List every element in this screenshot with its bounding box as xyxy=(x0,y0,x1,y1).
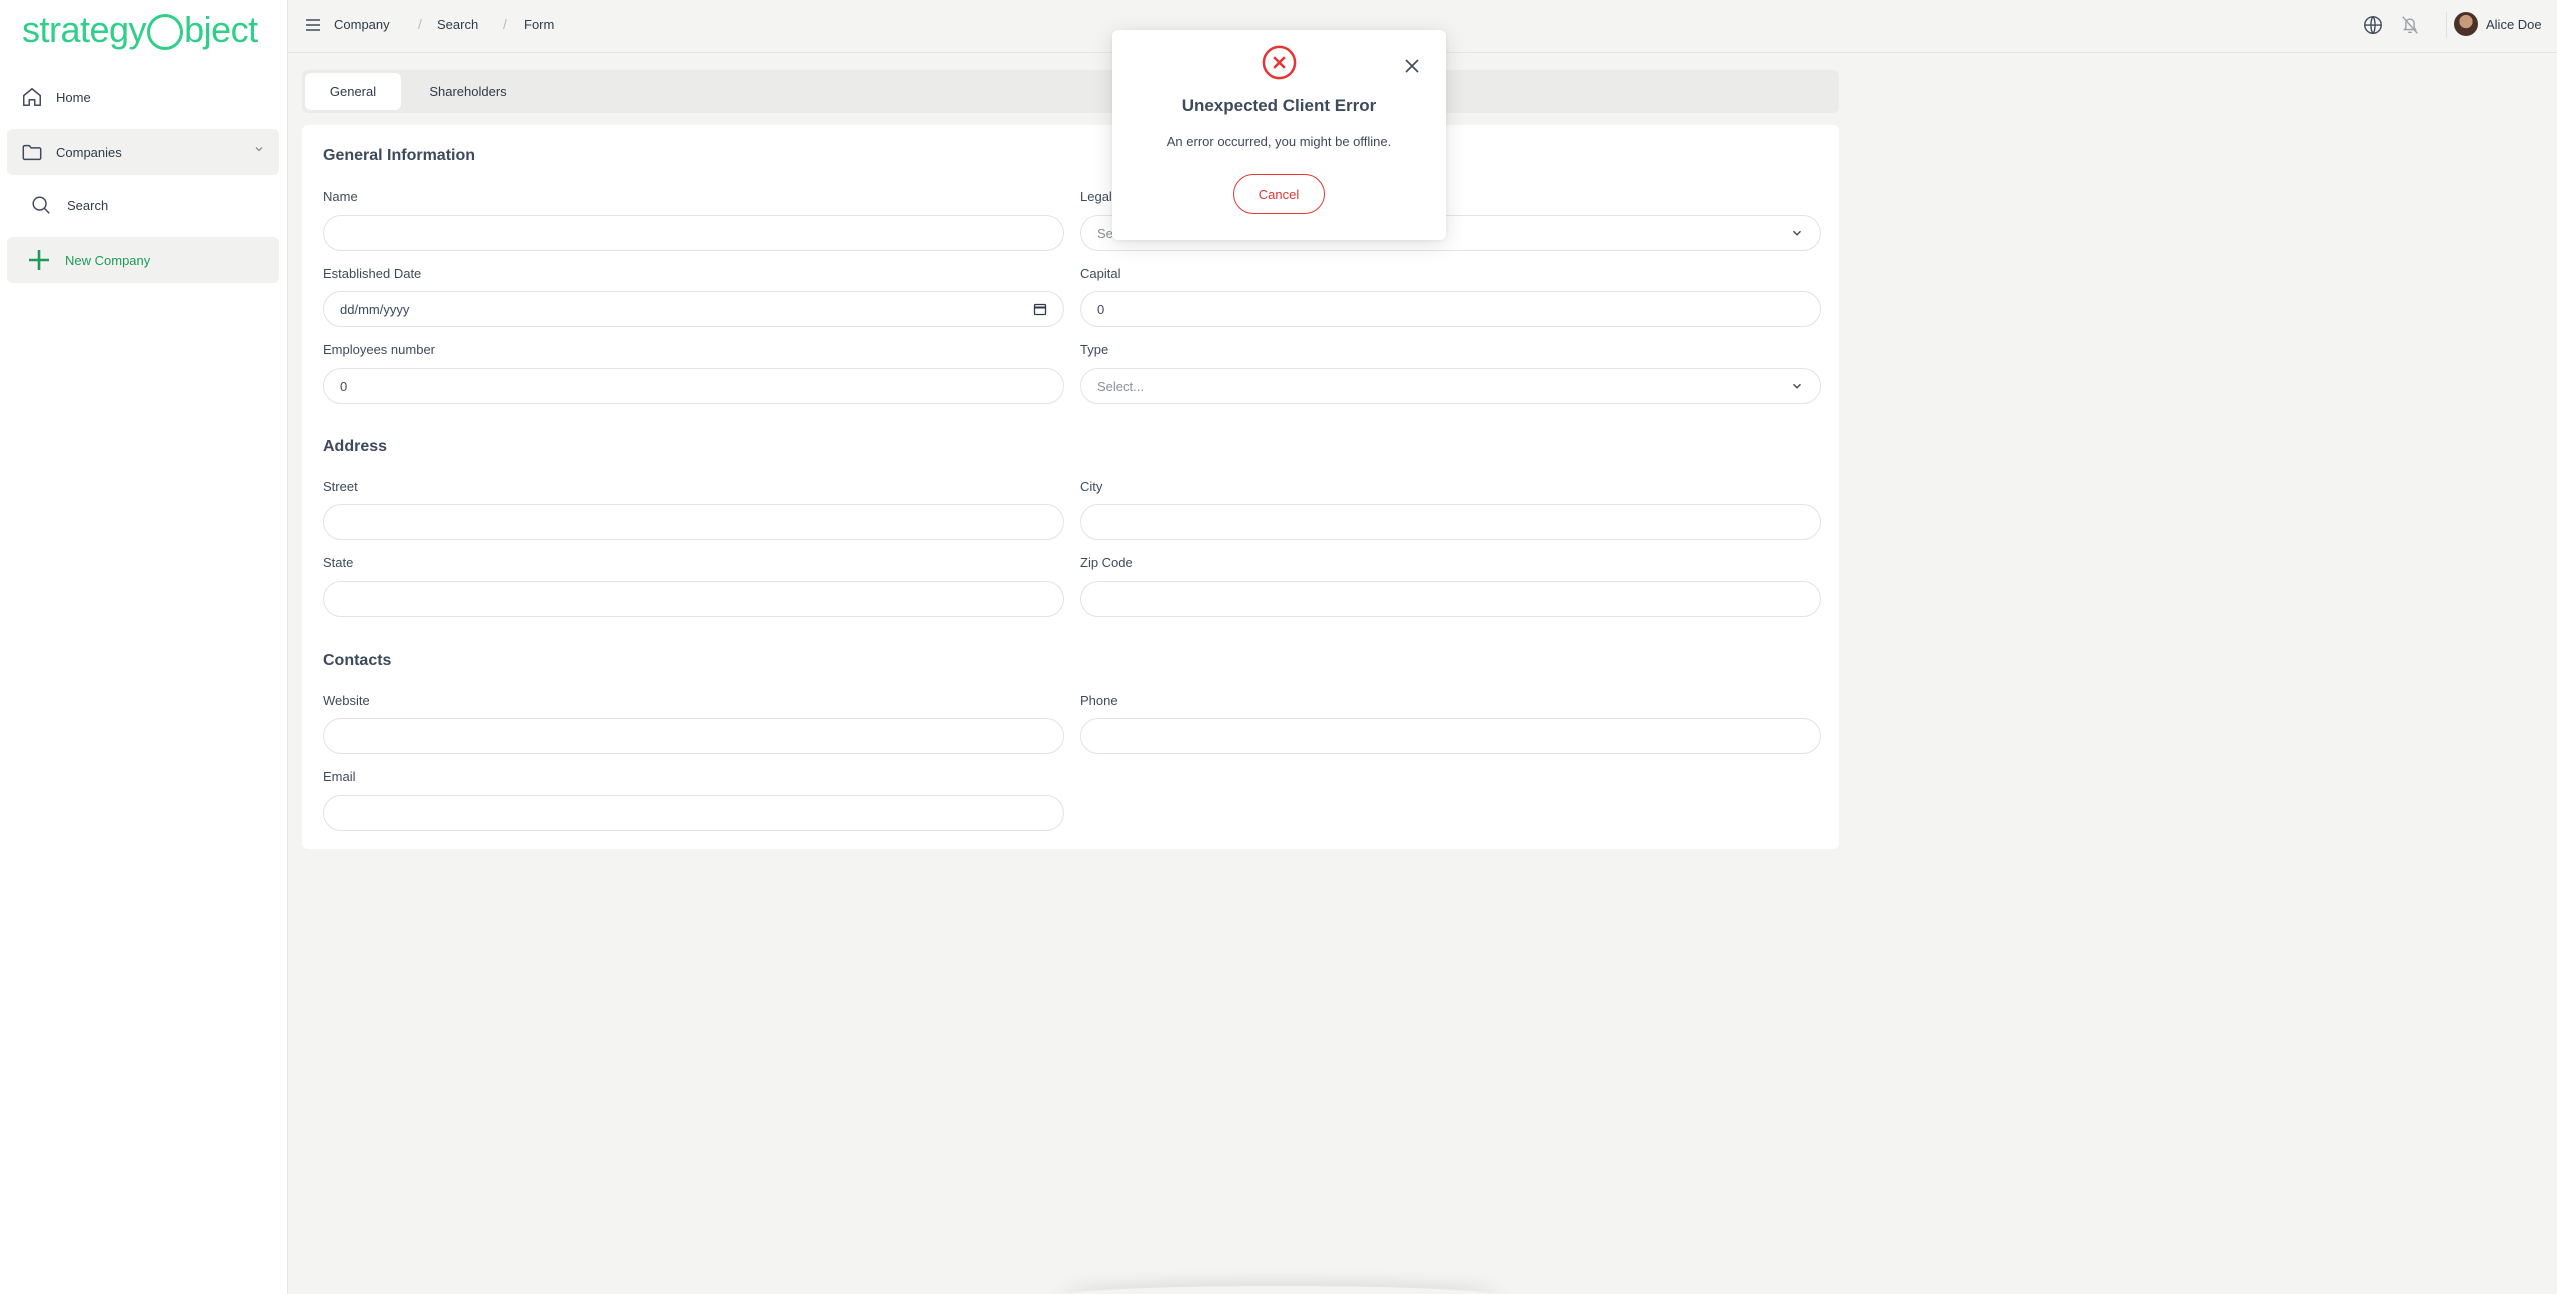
globe-icon[interactable] xyxy=(2362,14,2384,36)
phone-label: Phone xyxy=(1080,693,1118,708)
phone-field[interactable] xyxy=(1080,718,1821,754)
tab-shareholders[interactable]: Shareholders xyxy=(412,73,524,110)
tab-bar: General Shareholders xyxy=(302,70,1839,113)
bottom-toast-shadow xyxy=(1060,1286,1500,1294)
established-date-label: Established Date xyxy=(323,266,422,281)
sidebar-item-label: New Company xyxy=(65,252,151,268)
dialog-title: Unexpected Client Error xyxy=(1181,96,1377,115)
employees-label: Employees number xyxy=(323,342,435,357)
topbar-divider xyxy=(2446,12,2447,38)
error-dialog: Unexpected Client Error An error occurre… xyxy=(1112,30,1446,240)
hamburger-menu-icon[interactable] xyxy=(304,16,322,34)
tab-general[interactable]: General xyxy=(305,73,401,110)
calendar-icon[interactable] xyxy=(1033,302,1047,316)
error-icon xyxy=(1261,44,1298,81)
app-logo[interactable]: strategy bject xyxy=(22,8,258,52)
established-date-placeholder: dd/mm/yyyy xyxy=(340,301,410,317)
sidebar-item-label: Home xyxy=(56,89,91,105)
capital-label: Capital xyxy=(1080,266,1121,281)
avatar xyxy=(2454,12,2478,36)
breadcrumb-company[interactable]: Company xyxy=(334,17,390,32)
employees-field[interactable]: 0 xyxy=(323,368,1064,404)
breadcrumb-search[interactable]: Search xyxy=(437,17,478,32)
website-label: Website xyxy=(323,693,370,708)
sidebar-item-companies[interactable]: Companies xyxy=(7,129,279,175)
search-icon xyxy=(29,193,53,217)
dialog-message: An error occurred, you might be offline. xyxy=(1166,134,1392,149)
breadcrumb-form[interactable]: Form xyxy=(524,17,554,32)
sidebar-item-new-company[interactable]: New Company xyxy=(7,237,279,283)
type-select[interactable]: Select... xyxy=(1080,368,1821,404)
notifications-off-icon[interactable] xyxy=(2399,14,2421,36)
capital-value: 0 xyxy=(1097,301,1105,317)
plus-icon xyxy=(27,248,51,272)
established-date-field[interactable]: dd/mm/yyyy xyxy=(323,291,1064,327)
zip-code-field[interactable] xyxy=(1080,581,1821,617)
email-field[interactable] xyxy=(323,795,1064,831)
section-title-address: Address xyxy=(323,438,388,455)
sidebar: strategy bject Home Companies Search New… xyxy=(0,0,288,1294)
sidebar-item-home[interactable]: Home xyxy=(7,74,279,120)
sidebar-item-search[interactable]: Search xyxy=(7,182,279,228)
home-icon xyxy=(20,85,44,109)
name-label: Name xyxy=(323,189,358,204)
logo-text-end: bject xyxy=(184,9,258,50)
name-field[interactable] xyxy=(323,215,1064,251)
city-field[interactable] xyxy=(1080,504,1821,540)
chevron-down-icon[interactable] xyxy=(253,143,265,158)
street-label: Street xyxy=(323,479,358,494)
type-select-value: Select... xyxy=(1097,378,1144,394)
email-label: Email xyxy=(323,769,356,784)
city-label: City xyxy=(1080,479,1103,494)
company-form: General Information Name Legal Se Establ… xyxy=(302,125,1839,849)
website-field[interactable] xyxy=(323,718,1064,754)
chevron-down-icon xyxy=(1790,379,1804,393)
sidebar-item-label: Companies xyxy=(56,144,122,160)
breadcrumb-separator: / xyxy=(503,16,507,32)
cancel-button[interactable]: Cancel xyxy=(1233,174,1325,214)
close-icon[interactable] xyxy=(1402,56,1422,76)
logo-text-start: strategy xyxy=(22,9,147,50)
logo-ring-icon xyxy=(147,14,184,50)
legal-select-value: Se xyxy=(1097,225,1113,241)
folder-icon xyxy=(20,140,44,164)
capital-field[interactable]: 0 xyxy=(1080,291,1821,327)
state-field[interactable] xyxy=(323,581,1064,617)
street-field[interactable] xyxy=(323,504,1064,540)
state-label: State xyxy=(323,555,354,570)
user-menu[interactable]: Alice Doe xyxy=(2454,12,2542,36)
sidebar-item-label: Search xyxy=(67,197,109,213)
breadcrumb-separator: / xyxy=(418,16,422,32)
user-name: Alice Doe xyxy=(2486,16,2542,32)
legal-label: Legal xyxy=(1080,189,1112,204)
type-label: Type xyxy=(1080,342,1109,357)
section-title-general: General Information xyxy=(323,147,476,164)
employees-value: 0 xyxy=(340,378,348,394)
chevron-down-icon xyxy=(1790,226,1804,240)
section-title-contacts: Contacts xyxy=(323,652,392,669)
zip-code-label: Zip Code xyxy=(1080,555,1133,570)
